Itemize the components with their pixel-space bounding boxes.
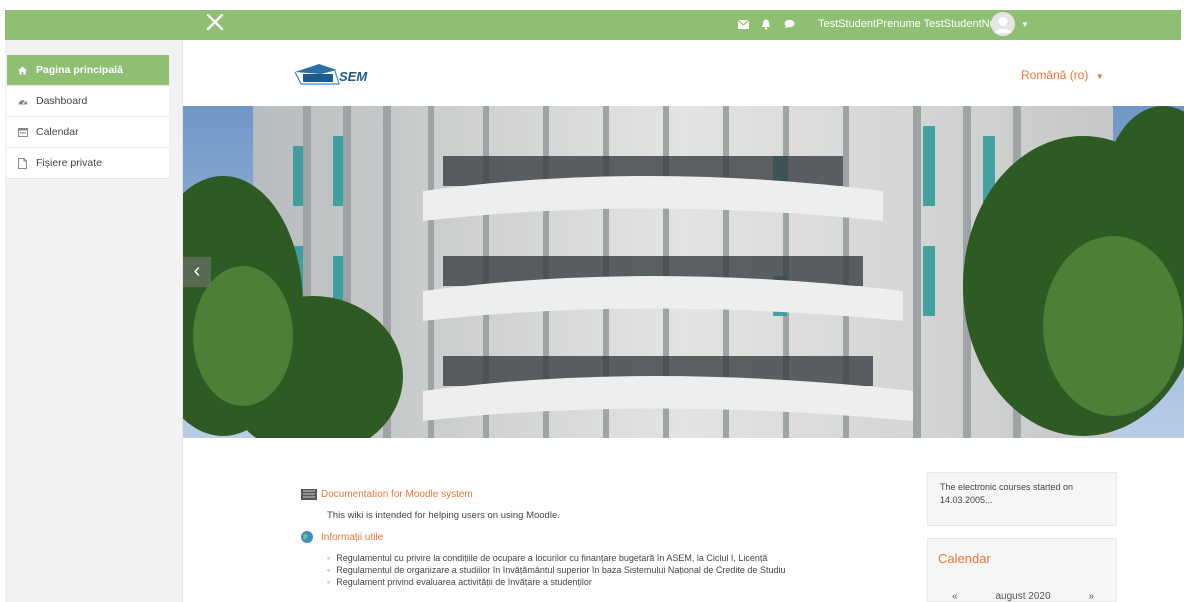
calendar-icon: [18, 127, 32, 137]
dashboard-icon: [18, 97, 32, 105]
calendar-nav: « august 2020 »: [928, 591, 1118, 602]
info-block-text: The electronic courses started on 14.03.…: [940, 482, 1074, 505]
doc-description: This wiki is intended for helping users …: [327, 510, 560, 521]
list-item[interactable]: Regulamentul de organizare a studiilor î…: [327, 565, 900, 577]
language-menu[interactable]: Română (ro) ▼: [1021, 68, 1104, 82]
caret-down-icon[interactable]: ▼: [1021, 20, 1029, 29]
user-name[interactable]: TestStudentPrenume TestStudentNume: [818, 18, 1011, 30]
info-link[interactable]: Informații utile: [321, 532, 383, 543]
calendar-next-button[interactable]: »: [1088, 591, 1094, 602]
envelope-icon[interactable]: [737, 18, 749, 30]
sidebar-item-label: Pagina principală: [36, 64, 123, 76]
doc-link[interactable]: Documentation for Moodle system: [321, 489, 473, 500]
close-icon[interactable]: [205, 12, 229, 36]
calendar-prev-button[interactable]: «: [952, 591, 958, 602]
sidebar-item-private-files[interactable]: Fișiere private: [7, 148, 169, 179]
list-item[interactable]: Regulament privind evaluarea activității…: [327, 577, 900, 589]
building-photo: [183, 106, 1184, 438]
top-navbar: TestStudentPrenume TestStudentNume ▼: [5, 10, 1181, 40]
calendar-block: Calendar « august 2020 »: [927, 538, 1117, 602]
language-label: Română (ro): [1021, 68, 1089, 82]
svg-text:SEM: SEM: [339, 69, 368, 84]
site-header: SEM Română (ro) ▼: [183, 40, 1184, 106]
sidebar-item-calendar[interactable]: Calendar: [7, 117, 169, 148]
chat-bubble-icon[interactable]: [783, 18, 795, 30]
sidebar-item-dashboard[interactable]: Dashboard: [7, 86, 169, 117]
calendar-title: Calendar: [938, 551, 991, 566]
caret-down-icon: ▼: [1095, 72, 1104, 81]
bell-icon[interactable]: [760, 18, 772, 30]
nav-drawer: Pagina principală Dashboard Calendar Fiș…: [7, 55, 169, 179]
calendar-month: august 2020: [995, 591, 1051, 602]
info-block: The electronic courses started on 14.03.…: [927, 472, 1117, 526]
wiki-icon: [300, 487, 318, 501]
carousel-prev-button[interactable]: ‹: [183, 257, 211, 287]
site-logo[interactable]: SEM: [293, 62, 383, 86]
globe-icon: [300, 530, 318, 544]
info-list: Regulamentul cu privire la condițiile de…: [327, 553, 900, 589]
file-icon: [18, 157, 32, 169]
main-content: Documentation for Moodle system This wik…: [300, 484, 900, 589]
sidebar-item-home[interactable]: Pagina principală: [7, 55, 169, 86]
sidebar: Pagina principală Dashboard Calendar Fiș…: [5, 40, 183, 602]
list-item[interactable]: Regulamentul cu privire la condițiile de…: [327, 553, 900, 565]
sidebar-item-label: Calendar: [36, 126, 79, 138]
avatar[interactable]: [991, 12, 1015, 36]
hero-carousel: [183, 106, 1184, 438]
home-icon: [18, 65, 32, 75]
sidebar-item-label: Fișiere private: [36, 157, 102, 169]
sidebar-item-label: Dashboard: [36, 95, 88, 107]
